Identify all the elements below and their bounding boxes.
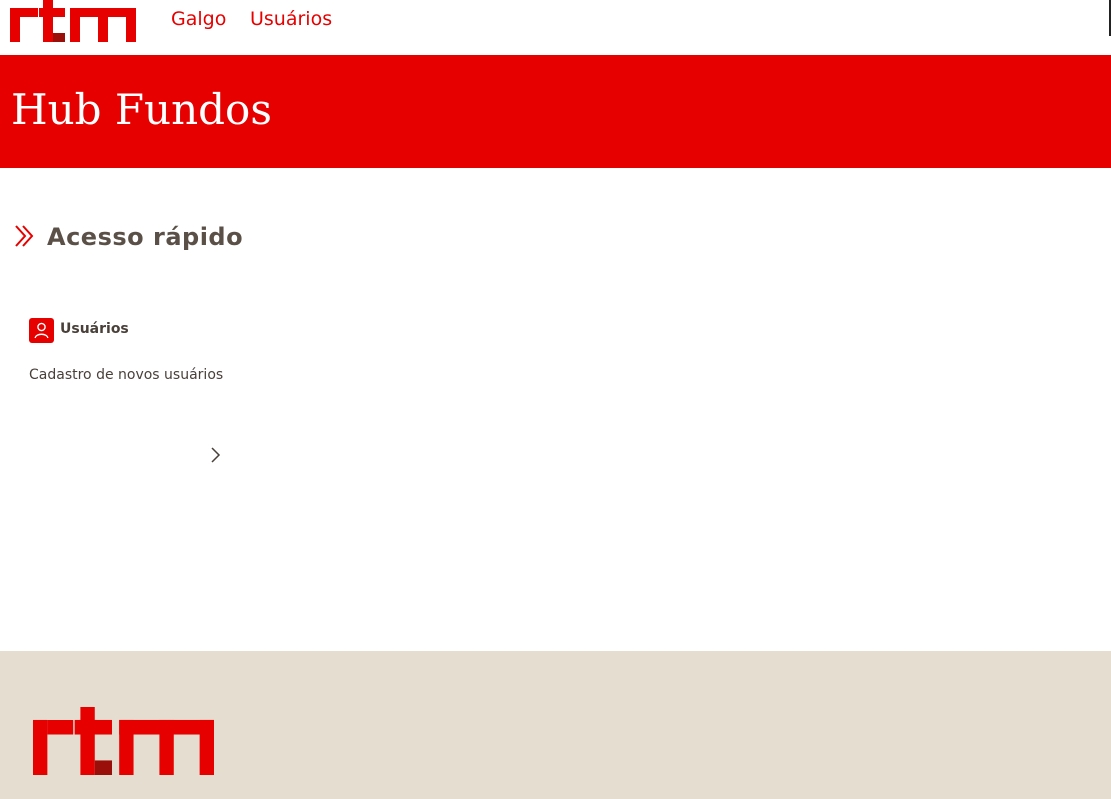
nav-link-usuarios[interactable]: Usuários — [250, 8, 332, 30]
card-description: Cadastro de novos usuários — [29, 367, 224, 383]
chevron-right-icon[interactable] — [209, 446, 221, 464]
rtm-footer-logo — [33, 707, 214, 775]
top-navigation: Galgo Usuários — [0, 0, 1111, 55]
user-icon — [29, 318, 54, 343]
nav-link-galgo[interactable]: Galgo — [171, 8, 226, 30]
quick-access-card-usuarios[interactable]: Usuários Cadastro de novos usuários — [29, 318, 229, 478]
card-title: Usuários — [60, 321, 129, 337]
rtm-logo[interactable] — [10, 0, 136, 42]
section-title: Acesso rápido — [47, 223, 244, 251]
hero-banner: Hub Fundos — [0, 55, 1111, 168]
double-chevron-right-icon — [15, 225, 34, 247]
page-title: Hub Fundos — [11, 85, 272, 134]
footer — [0, 651, 1111, 799]
